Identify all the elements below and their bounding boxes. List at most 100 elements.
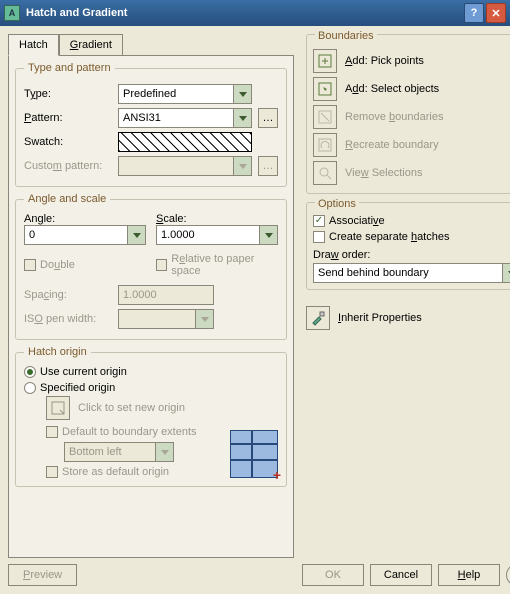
cancel-button[interactable]: Cancel (370, 564, 432, 586)
window-title: Hatch and Gradient (26, 7, 462, 19)
tab-hatch[interactable]: Hatch (8, 34, 59, 56)
tab-gradient[interactable]: Gradient (59, 34, 123, 56)
label-pick-points: Add: Pick points (345, 55, 424, 67)
combo-draw-order-value: Send behind boundary (314, 267, 502, 279)
label-recreate-boundary: Recreate boundary (345, 139, 439, 151)
label-relative: Relative to paper space (171, 253, 278, 277)
checkbox-icon (46, 466, 58, 478)
checkbox-icon (46, 426, 58, 438)
group-angle-scale: Angle and scale Angle: 0 Scale: 1.0000 (15, 193, 287, 340)
check-associative[interactable]: Associative (313, 215, 510, 227)
view-selections-button: View Selections (313, 159, 510, 187)
combo-pattern[interactable]: ANSI31 (118, 108, 252, 128)
legend-hatch-origin: Hatch origin (24, 346, 91, 358)
label-use-current-origin: Use current origin (40, 366, 127, 378)
legend-angle-scale: Angle and scale (24, 193, 110, 205)
cancel-button-label: Cancel (384, 569, 418, 581)
label-angle: Angle: (24, 213, 146, 225)
preview-button: Preview (8, 564, 77, 586)
expand-dialog-button[interactable] (506, 564, 510, 586)
close-window-button[interactable]: ✕ (486, 3, 506, 23)
label-iso-pen: ISO pen width: (24, 313, 112, 325)
label-type: Type: (24, 88, 112, 100)
heading-options: Options (315, 198, 359, 210)
help-button[interactable]: Help (438, 564, 500, 586)
chevron-down-icon (233, 109, 251, 127)
chevron-down-icon (195, 310, 213, 328)
combo-origin-corner: Bottom left (64, 442, 174, 462)
combo-draw-order[interactable]: Send behind boundary (313, 263, 510, 283)
check-default-extents: Default to boundary extents (46, 426, 220, 438)
combo-pattern-value: ANSI31 (119, 112, 233, 124)
check-separate-hatches[interactable]: Create separate hatches (313, 231, 510, 243)
origin-preview-icon (230, 430, 278, 478)
label-click-set-origin: Click to set new origin (78, 402, 185, 414)
combo-type[interactable]: Predefined (118, 84, 252, 104)
label-specified-origin: Specified origin (40, 382, 115, 394)
label-remove-boundaries: Remove boundaries (345, 111, 443, 123)
check-double: Double (24, 253, 146, 277)
checkbox-icon (156, 259, 167, 271)
remove-boundaries-icon (313, 105, 337, 129)
swatch-preview[interactable] (118, 132, 252, 152)
combo-iso-pen (118, 309, 214, 329)
group-type-pattern: Type and pattern Type: Predefined Patter… (15, 62, 287, 187)
label-double: Double (40, 259, 75, 271)
chevron-down-icon (233, 157, 251, 175)
input-spacing: 1.0000 (118, 285, 214, 305)
combo-angle[interactable]: 0 (24, 225, 146, 245)
add-select-objects-button[interactable]: Add: Select objects (313, 75, 510, 103)
chevron-down-icon (233, 85, 251, 103)
label-scale: Scale: (156, 213, 278, 225)
pick-points-icon (313, 49, 337, 73)
remove-boundaries-button: Remove boundaries (313, 103, 510, 131)
label-pattern: Pattern: (24, 112, 112, 124)
combo-origin-corner-value: Bottom left (65, 446, 155, 458)
heading-boundaries: Boundaries (315, 30, 377, 42)
help-window-button[interactable]: ? (464, 3, 484, 23)
app-icon: A (4, 5, 20, 21)
checkbox-icon (24, 259, 36, 271)
pattern-browse-button[interactable]: … (258, 108, 278, 128)
chevron-down-icon (155, 443, 173, 461)
label-custom-pattern: Custom pattern: (24, 160, 112, 172)
title-bar: A Hatch and Gradient ? ✕ (0, 0, 510, 26)
group-boundaries: Boundaries Add: Pick points Add: Select … (306, 34, 510, 194)
label-store-default-origin: Store as default origin (62, 466, 169, 478)
combo-scale[interactable]: 1.0000 (156, 225, 278, 245)
label-default-extents: Default to boundary extents (62, 426, 197, 438)
input-spacing-value: 1.0000 (123, 289, 157, 301)
preview-button-label: Preview (23, 569, 62, 581)
add-pick-points-button[interactable]: Add: Pick points (313, 47, 510, 75)
label-separate-hatches: Create separate hatches (329, 231, 449, 243)
tab-gradient-label: Gradient (70, 39, 112, 51)
radio-use-current-origin[interactable]: Use current origin (24, 366, 278, 378)
label-draw-order: Draw order: (313, 249, 510, 261)
custom-browse-button: … (258, 156, 278, 176)
label-swatch: Swatch: (24, 136, 112, 148)
group-hatch-origin: Hatch origin Use current origin Specifie… (15, 346, 287, 487)
chevron-down-icon (127, 226, 145, 244)
help-button-label: Help (458, 569, 481, 581)
group-options: Options Associative Create separate hatc… (306, 202, 510, 290)
chevron-down-icon (259, 226, 277, 244)
view-selections-icon (313, 161, 337, 185)
radio-icon (24, 382, 36, 394)
recreate-boundary-button: Recreate boundary (313, 131, 510, 159)
label-view-selections: View Selections (345, 167, 422, 179)
checkbox-icon (313, 215, 325, 227)
combo-custom-pattern (118, 156, 252, 176)
check-store-default-origin: Store as default origin (46, 466, 220, 478)
combo-angle-value: 0 (25, 229, 127, 241)
ok-button: OK (302, 564, 364, 586)
inherit-properties-icon (306, 306, 330, 330)
inherit-properties-button[interactable]: Inherit Properties (306, 304, 510, 332)
combo-scale-value: 1.0000 (157, 229, 259, 241)
radio-specified-origin[interactable]: Specified origin (24, 382, 278, 394)
legend-type-pattern: Type and pattern (24, 62, 115, 74)
label-spacing: Spacing: (24, 289, 112, 301)
label-select-objects: Add: Select objects (345, 83, 439, 95)
select-objects-icon (313, 77, 337, 101)
checkbox-icon (313, 231, 325, 243)
check-relative: Relative to paper space (156, 253, 278, 277)
